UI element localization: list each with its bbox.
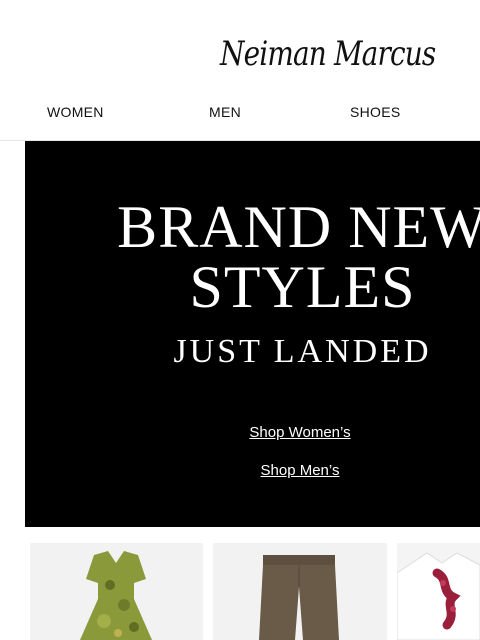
product-card-shirt[interactable] — [397, 543, 480, 640]
hero-headline-line1: BRAND NEW — [117, 194, 480, 260]
floral-dress-icon — [80, 551, 152, 640]
product-card-trousers[interactable] — [213, 543, 387, 640]
embellished-shirt-icon — [397, 552, 480, 640]
shop-womens-link[interactable]: Shop Women’s — [25, 424, 480, 441]
nav-item-men[interactable]: MEN — [209, 104, 241, 120]
shop-mens-link[interactable]: Shop Men’s — [25, 462, 480, 479]
nav-item-women[interactable]: WOMEN — [47, 104, 104, 120]
hero-banner[interactable]: BRAND NEW STYLES JUST LANDED Shop Women’… — [25, 141, 480, 527]
site-header: Neiman Marcus WOMEN MEN SHOES — [0, 0, 480, 140]
main-nav: WOMEN MEN SHOES — [0, 104, 480, 120]
hero-subheadline: JUST LANDED — [173, 333, 432, 370]
trousers-icon — [259, 555, 339, 640]
product-card-dress[interactable] — [30, 543, 203, 640]
nav-item-shoes[interactable]: SHOES — [350, 104, 401, 120]
hero-headline-line2: STYLES — [189, 254, 416, 320]
brand-logo[interactable]: Neiman Marcus — [220, 22, 436, 86]
